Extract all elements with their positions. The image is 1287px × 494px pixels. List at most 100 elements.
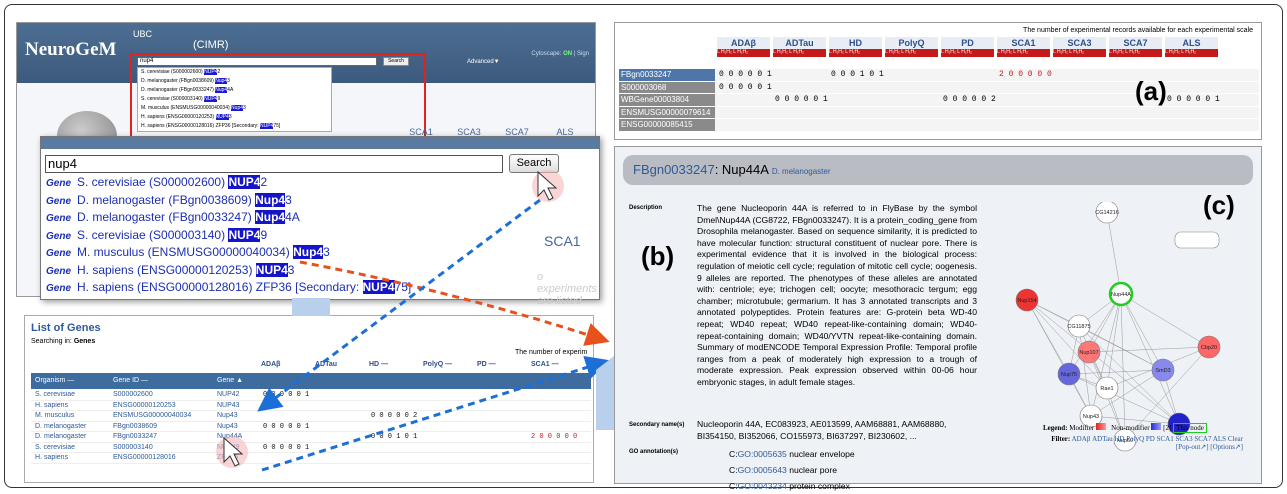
organism-cell: H. sapiens <box>35 454 69 461</box>
gene-cell[interactable]: Nup43 <box>217 412 238 419</box>
gene-cell[interactable]: NUP43 <box>217 402 240 409</box>
popout-link[interactable]: [Pop-out↗] <box>1176 443 1209 451</box>
filter-pd[interactable]: PD <box>1144 435 1155 443</box>
table-row[interactable]: D. melanogaster FBgn0033247 Nup44A 0 0 0 1 … <box>31 432 591 443</box>
network-node[interactable]: CG11875 <box>1067 314 1091 338</box>
table-row[interactable]: ENSG00000085415 <box>619 119 1259 131</box>
options-link[interactable]: [Options↗] <box>1210 443 1243 451</box>
scale-column[interactable]: PD L H₁H₂ L H₁H₂ <box>941 37 994 57</box>
filter-clear[interactable]: Clear <box>1226 435 1243 443</box>
gene-id-cell[interactable]: ENSMUSG00000079614 <box>619 106 715 118</box>
gene-detail-id[interactable]: FBgn0033247 <box>633 162 715 177</box>
scale-header[interactable]: ADAβ <box>261 361 315 368</box>
scale-column[interactable]: SCA1 L H₁H₂ L H₁H₂ <box>997 37 1050 57</box>
go-id-link[interactable]: GO:0005643 <box>738 465 787 475</box>
gene-id-cell[interactable]: ENSG00000128016 <box>113 454 176 461</box>
filter-polyq[interactable]: PolyQ <box>1125 435 1144 443</box>
network-node[interactable]: Nup107 <box>1077 340 1101 364</box>
scale-column[interactable]: SCA3 L H₁H₂ L H₁H₂ <box>1053 37 1106 57</box>
search-button[interactable]: Search <box>509 154 559 173</box>
record-counts: 0 0 0 0 0 2 <box>943 95 996 104</box>
table-row[interactable]: M. musculus ENSMUSG00000040034 Nup43 0 0 0 … <box>31 411 591 422</box>
organism-cell: H. sapiens <box>35 401 69 409</box>
table-row[interactable]: D. melanogaster FBgn0038609 Nup43 0 0 0 0 0… <box>31 422 591 432</box>
scale-column[interactable]: HD L H₁H₂ L H₁H₂ <box>829 37 882 57</box>
gene-id-cell[interactable]: ENSMUSG00000040034 <box>113 412 191 419</box>
network-edge <box>1120 293 1180 425</box>
suggestion-text: 9 <box>260 227 268 242</box>
gene-detail-species[interactable]: D. melanogaster <box>772 167 831 176</box>
scale-header[interactable]: SCA1 — <box>531 361 585 368</box>
filter-sca7[interactable]: SCA7 <box>1193 435 1211 443</box>
network-node[interactable]: Cbp20 <box>1197 335 1221 359</box>
network-node[interactable]: CG14216 <box>1095 202 1119 224</box>
node-label: CG14216 <box>1095 210 1119 216</box>
scale-column[interactable]: PolyQ L H₁H₂ L H₁H₂ <box>885 37 938 57</box>
scale-column[interactable]: ADTau L H₁H₂ L H₁H₂ <box>773 37 826 57</box>
interaction-network[interactable]: CG14216 Nup154 Nup44A CG11875 Nup107 Nup75 Rae… <box>987 202 1257 452</box>
table-row[interactable]: H. sapiens ENSG00000120253 NUP43 <box>31 401 591 411</box>
go-term: protein complex <box>786 481 850 491</box>
gene-id-cell[interactable]: ENSG00000085415 <box>619 119 715 131</box>
sign-link[interactable]: Sign <box>577 51 589 57</box>
filter-adaβ[interactable]: ADAβ <box>1072 435 1091 443</box>
gene-cell[interactable]: ZFP36 <box>217 454 238 461</box>
filter-als[interactable]: ALS <box>1211 435 1226 443</box>
filter-sca3[interactable]: SCA3 <box>1174 435 1192 443</box>
suggestion-item[interactable]: Gene D. melanogaster (FBgn0033247) Nup44A <box>43 209 513 227</box>
gene-id-cell[interactable]: S000002600 <box>113 391 153 398</box>
network-node[interactable]: Nup154 <box>1015 288 1039 312</box>
scale-subheader: L H₁H₂ L H₁H₂ <box>997 49 1050 57</box>
scale-header[interactable]: HD — <box>369 361 423 368</box>
gene-cell[interactable]: NUP42 <box>217 391 240 398</box>
go-id-link[interactable]: GO:0005635 <box>738 449 787 459</box>
network-toolbar[interactable] <box>1174 231 1220 249</box>
record-counts: 2 0 0 0 0 0 <box>999 70 1052 79</box>
advanced-link[interactable]: Advanced▼ <box>467 59 500 65</box>
scale-header[interactable]: ADTau <box>315 361 369 368</box>
gene-id-sort-header[interactable]: Gene ID — <box>113 377 148 384</box>
gene-id-cell[interactable]: WBGene00003804 <box>619 94 715 106</box>
suggestion-item[interactable]: Gene M. musculus (ENSMUSG00000040034) Nup… <box>43 244 513 262</box>
gene-detail-header: FBgn0033247: Nup44A D. melanogaster <box>623 155 1253 185</box>
network-node[interactable]: Nup75 <box>1057 362 1081 386</box>
search-input[interactable]: nup4 <box>45 155 503 173</box>
suggestion-match: Nup4 <box>255 210 286 224</box>
gene-cell[interactable]: Nup44A <box>217 433 242 440</box>
node-label: CG11875 <box>1067 324 1090 330</box>
gene-cell[interactable]: Nup43 <box>217 423 238 430</box>
scale-header[interactable]: PD — <box>477 361 531 368</box>
scale-column[interactable]: ALS L H₁H₂ L H₁H₂ <box>1165 37 1218 57</box>
table-row[interactable]: S. cerevisiae S000003140 NUP49 0 0 0 0 0 1 <box>31 443 591 453</box>
scale-column[interactable]: ADAβ L H₁H₂ L H₁H₂ <box>717 37 770 57</box>
scale-header[interactable]: PolyQ — <box>423 361 477 368</box>
table-row[interactable]: H. sapiens ENSG00000128016 ZFP36 <box>31 453 591 464</box>
suggestion-item[interactable]: Gene H. sapiens (ENSG00000128016) ZFP36 [… <box>43 279 513 297</box>
filter-adtau[interactable]: ADTau <box>1090 435 1113 443</box>
gene-id-cell[interactable]: S000003068 <box>619 81 715 93</box>
suggestion-item[interactable]: Gene H. sapiens (ENSG00000120253) NUP43 <box>43 262 513 280</box>
gene-id-cell[interactable]: FBgn0038609 <box>113 423 157 430</box>
gene-id-cell[interactable]: FBgn0033247 <box>619 69 715 81</box>
filter-sca1[interactable]: SCA1 <box>1155 435 1174 443</box>
cytoscape-toggle[interactable]: Cytoscape: ON | Sign <box>531 51 589 57</box>
gene-id-cell[interactable]: ENSG00000120253 <box>113 402 176 409</box>
table-row[interactable]: S. cerevisiae S000002600 NUP42 0 0 0 0 0 1 <box>31 390 591 401</box>
suggestion-item[interactable]: Gene S. cerevisiae (S000003140) NUP49 <box>43 227 513 245</box>
go-id-link[interactable]: GO:0043234 <box>738 481 787 491</box>
gene-cell[interactable]: NUP49 <box>217 444 240 451</box>
suggestion-item[interactable]: Gene S. cerevisiae (S000002600) NUP42 <box>43 174 513 192</box>
network-edge <box>1120 293 1164 371</box>
gene-sort-header[interactable]: Gene ▲ <box>217 377 243 384</box>
record-counts: 0 0 0 0 0 1 <box>263 443 310 452</box>
gene-id-cell[interactable]: FBgn0033247 <box>113 433 157 440</box>
filter-hd[interactable]: HD <box>1113 435 1124 443</box>
network-node[interactable]: Nup44A <box>1108 281 1134 307</box>
organism-sort-header[interactable]: Organism — <box>35 377 74 384</box>
gene-id-cell[interactable]: S000003140 <box>113 444 153 451</box>
network-node[interactable]: SmD3 <box>1151 358 1175 382</box>
table-row[interactable]: ENSMUSG00000079614 <box>619 106 1259 118</box>
suggestion-item[interactable]: Gene D. melanogaster (FBgn0038609) Nup43 <box>43 192 513 210</box>
scale-column[interactable]: SCA7 L H₁H₂ L H₁H₂ <box>1109 37 1162 57</box>
network-node[interactable]: Rae1 <box>1095 376 1119 400</box>
